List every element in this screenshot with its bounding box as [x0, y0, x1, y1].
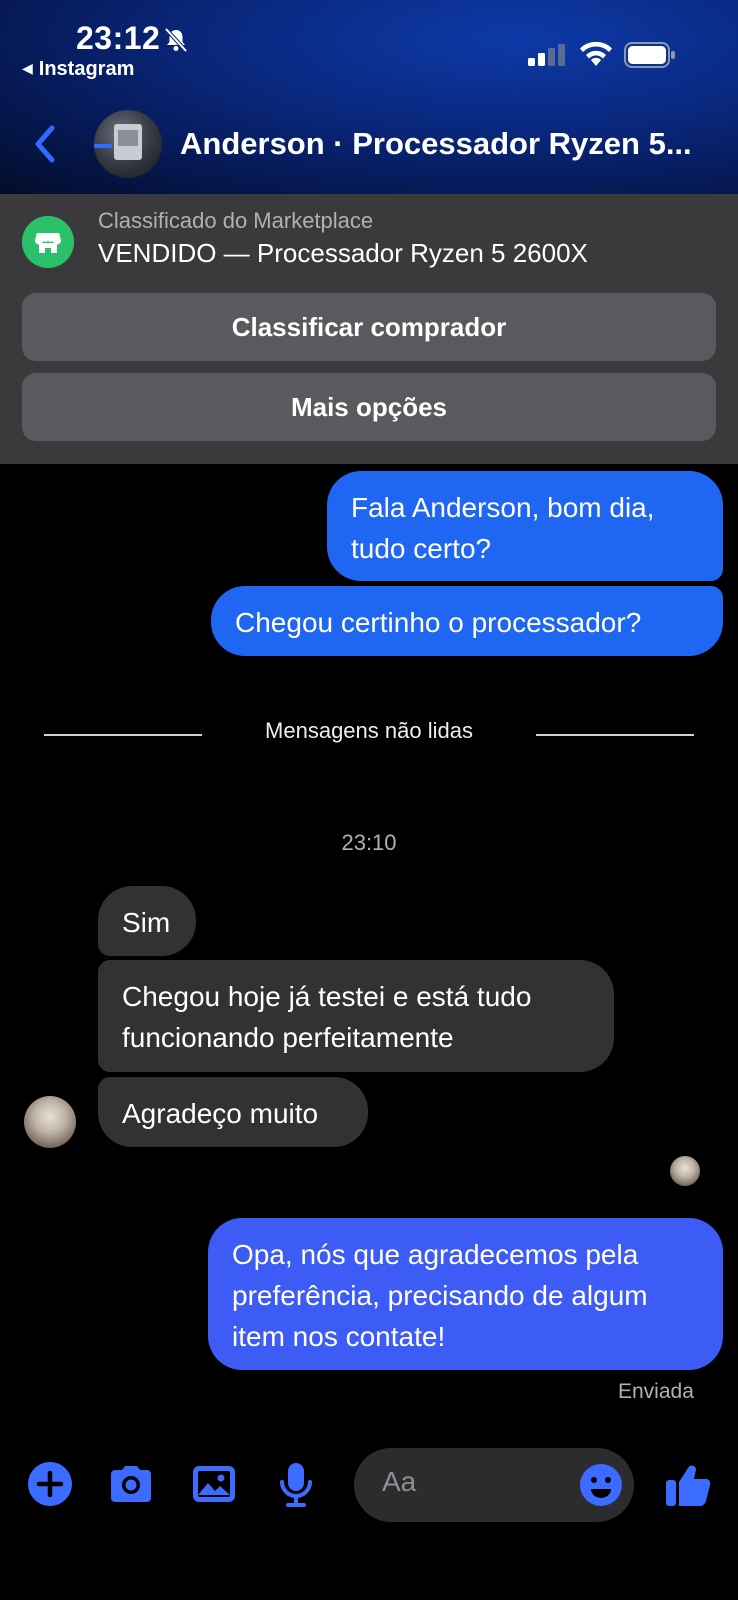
conversation-title[interactable]: Anderson · Processador Ryzen 5...	[180, 126, 720, 162]
shop-icon	[22, 216, 74, 268]
emoji-icon[interactable]	[578, 1462, 624, 1508]
plus-icon[interactable]	[26, 1460, 74, 1508]
wifi-icon	[580, 41, 612, 66]
rate-buyer-button[interactable]: Classificar comprador	[22, 293, 716, 361]
back-app-label: Instagram	[38, 58, 135, 80]
marketplace-panel: Classificado do Marketplace VENDIDO — Pr…	[0, 194, 738, 464]
marketplace-label: Classificado do Marketplace	[98, 208, 374, 233]
divider-right	[536, 734, 694, 736]
read-receipt-avatar	[670, 1156, 700, 1186]
battery-icon	[624, 42, 675, 68]
message-status: Enviada	[618, 1380, 694, 1403]
listing-title[interactable]: VENDIDO — Processador Ryzen 5 2600X	[98, 238, 588, 269]
outgoing-message[interactable]: Chegou certinho o processador?	[211, 586, 723, 656]
camera-icon[interactable]	[107, 1460, 155, 1508]
incoming-message[interactable]: Agradeço muito	[98, 1077, 368, 1147]
outgoing-message[interactable]: Opa, nós que agradecemos pela preferênci…	[208, 1218, 723, 1370]
chat-header: 23:12 ◀ Instagram Anderson · Processador …	[0, 0, 738, 194]
mic-icon[interactable]	[272, 1460, 320, 1508]
message-timestamp: 23:10	[341, 830, 397, 855]
incoming-message[interactable]: Chegou hoje já testei e está tudo funcio…	[98, 960, 614, 1072]
sender-avatar[interactable]	[24, 1096, 76, 1148]
unread-label: Mensagens não lidas	[265, 718, 473, 743]
message-input-placeholder: Aa	[382, 1466, 417, 1497]
image-icon[interactable]	[190, 1460, 238, 1508]
status-time: 23:12	[76, 20, 161, 56]
back-chevron-icon[interactable]	[30, 122, 60, 166]
bell-slash-icon	[164, 27, 188, 53]
more-options-button[interactable]: Mais opções	[22, 373, 716, 441]
outgoing-message[interactable]: Fala Anderson, bom dia, tudo certo?	[327, 471, 723, 581]
signal-icon	[528, 44, 565, 66]
product-avatar[interactable]	[94, 110, 162, 178]
back-to-app-link[interactable]: ◀ Instagram	[22, 58, 134, 81]
thumbs-up-icon[interactable]	[664, 1458, 714, 1508]
incoming-message[interactable]: Sim	[98, 886, 196, 956]
